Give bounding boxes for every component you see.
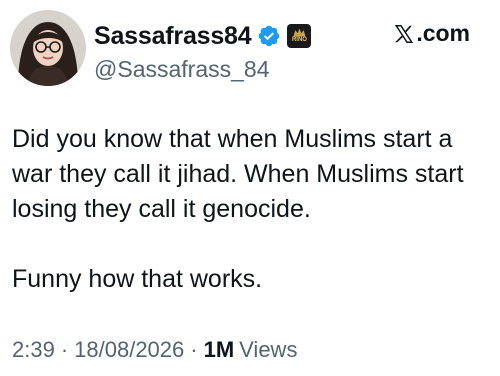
meta-separator: · <box>190 337 198 362</box>
meta-separator: · <box>60 337 69 362</box>
author-handle[interactable]: @Sassafrass_84 <box>94 56 270 83</box>
views-count[interactable]: 1M <box>204 337 235 363</box>
author-name-row: Sassafrass84 RINO <box>94 18 312 54</box>
verified-badge-icon[interactable] <box>257 24 281 48</box>
x-logo-icon <box>395 24 414 43</box>
tweet-date[interactable]: 18/08/2026 <box>74 337 184 363</box>
tweet-paragraph: Did you know that when Muslims start a w… <box>12 125 464 223</box>
tweet-card: Sassafrass84 RINO @Sassafrass_84 .com Di… <box>0 0 500 376</box>
affiliate-badge-text: RINO <box>291 36 307 43</box>
source-text: .com <box>416 20 470 46</box>
avatar-image <box>10 10 86 86</box>
rino-crest-badge-icon[interactable]: RINO <box>287 24 312 48</box>
tweet-paragraph: Funny how that works. <box>12 265 263 293</box>
tweet-time[interactable]: 2:39 <box>12 337 55 363</box>
avatar[interactable] <box>10 10 86 86</box>
crest-icon <box>293 28 306 37</box>
tweet-text: Did you know that when Muslims start a w… <box>12 122 492 297</box>
source-label: .com <box>393 22 470 45</box>
tweet-meta: 2:39 · 18/08/2026 · 1M Views <box>12 337 297 363</box>
views-label: Views <box>239 337 298 362</box>
author-display-name[interactable]: Sassafrass84 <box>94 23 252 49</box>
